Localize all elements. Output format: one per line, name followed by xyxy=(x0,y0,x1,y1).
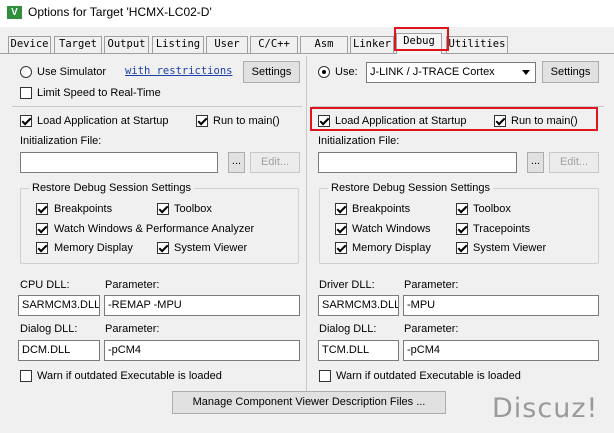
keil-uvision-icon: V xyxy=(7,6,22,19)
left-dialog-param-label: Parameter: xyxy=(105,323,160,335)
tab-target[interactable]: Target xyxy=(54,36,102,53)
right-init-file-input[interactable] xyxy=(318,152,517,173)
left-run-to-main-label: Run to main() xyxy=(213,115,280,127)
left-breakpoints-label: Breakpoints xyxy=(54,203,113,215)
debug-driver-select-value: J-LINK / J-TRACE Cortex xyxy=(370,66,495,78)
left-warn-label: Warn if outdated Executable is loaded xyxy=(37,370,222,382)
right-dialog-param-label: Parameter: xyxy=(404,323,459,335)
left-cpu-dll-label: CPU DLL: xyxy=(20,279,70,291)
right-load-app-checkbox[interactable] xyxy=(318,115,330,127)
debug-driver-select[interactable]: J-LINK / J-TRACE Cortex xyxy=(366,62,536,83)
driver-settings-button[interactable]: Settings xyxy=(542,61,599,83)
right-run-to-main-checkbox[interactable] xyxy=(494,115,506,127)
use-simulator-label: Use Simulator xyxy=(37,66,107,78)
restrictions-link[interactable]: with restrictions xyxy=(125,65,232,77)
use-simulator-radio[interactable] xyxy=(20,66,32,78)
left-cpu-dll-input[interactable]: SARMCM3.DLL xyxy=(18,295,100,316)
right-run-to-main-label: Run to main() xyxy=(511,115,578,127)
right-warn-checkbox[interactable] xyxy=(319,370,331,382)
right-driver-dll-input[interactable]: SARMCM3.DLL xyxy=(318,295,399,316)
right-dialog-param-input[interactable]: -pCM4 xyxy=(403,340,599,361)
tab-user[interactable]: User xyxy=(206,36,248,53)
tab-debug[interactable]: Debug xyxy=(396,33,442,54)
right-load-app-label: Load Application at Startup xyxy=(335,115,467,127)
right-tracepoints-checkbox[interactable] xyxy=(456,223,468,235)
right-toolbox-checkbox[interactable] xyxy=(456,203,468,215)
right-edit-button[interactable]: Edit... xyxy=(549,152,599,173)
right-watch-windows-checkbox[interactable] xyxy=(335,223,347,235)
left-toolbox-checkbox[interactable] xyxy=(157,203,169,215)
tab-device[interactable]: Device xyxy=(8,36,51,53)
left-load-app-checkbox[interactable] xyxy=(20,115,32,127)
right-browse-button[interactable]: ... xyxy=(527,152,544,173)
right-memory-display-checkbox[interactable] xyxy=(335,242,347,254)
right-driver-param-input[interactable]: -MPU xyxy=(403,295,599,316)
right-driver-dll-label: Driver DLL: xyxy=(319,279,375,291)
right-tracepoints-label: Tracepoints xyxy=(473,223,531,235)
left-warn-checkbox[interactable] xyxy=(20,370,32,382)
left-init-file-label: Initialization File: xyxy=(20,135,102,147)
left-dialog-dll-input[interactable]: DCM.DLL xyxy=(18,340,100,361)
left-init-file-input[interactable] xyxy=(20,152,218,173)
left-watch-windows-checkbox[interactable] xyxy=(36,223,48,235)
right-dialog-dll-input[interactable]: TCM.DLL xyxy=(318,340,399,361)
limit-speed-label: Limit Speed to Real-Time xyxy=(37,87,161,99)
tab-cpp[interactable]: C/C++ xyxy=(250,36,298,53)
use-driver-label: Use: xyxy=(335,66,358,78)
right-driver-param-label: Parameter: xyxy=(404,279,459,291)
left-watch-windows-label: Watch Windows & Performance Analyzer xyxy=(54,223,255,235)
left-restore-group-title: Restore Debug Session Settings xyxy=(29,181,194,195)
tab-utilities[interactable]: Utilities xyxy=(446,36,508,53)
left-dialog-param-input[interactable]: -pCM4 xyxy=(104,340,300,361)
left-cpu-param-label: Parameter: xyxy=(105,279,160,291)
right-init-file-label: Initialization File: xyxy=(318,135,400,147)
left-cpu-param-input[interactable]: -REMAP -MPU xyxy=(104,295,300,316)
window-title: Options for Target 'HCMX-LC02-D' xyxy=(28,5,212,19)
right-breakpoints-label: Breakpoints xyxy=(352,203,411,215)
right-system-viewer-checkbox[interactable] xyxy=(456,242,468,254)
right-warn-label: Warn if outdated Executable is loaded xyxy=(336,370,521,382)
right-watch-windows-label: Watch Windows xyxy=(352,223,431,235)
right-separator xyxy=(312,106,604,107)
right-memory-display-label: Memory Display xyxy=(352,242,431,254)
left-separator xyxy=(12,106,302,107)
left-dialog-dll-label: Dialog DLL: xyxy=(20,323,78,335)
tab-baseline xyxy=(0,53,614,54)
tab-linker[interactable]: Linker xyxy=(350,36,394,53)
left-run-to-main-checkbox[interactable] xyxy=(196,115,208,127)
limit-speed-checkbox[interactable] xyxy=(20,87,32,99)
left-system-viewer-label: System Viewer xyxy=(174,242,248,254)
right-restore-group-title: Restore Debug Session Settings xyxy=(328,181,493,195)
left-memory-display-label: Memory Display xyxy=(54,242,133,254)
column-divider xyxy=(306,56,307,391)
left-browse-button[interactable]: ... xyxy=(228,152,245,173)
title-bar: V Options for Target 'HCMX-LC02-D' xyxy=(0,0,614,27)
right-toolbox-label: Toolbox xyxy=(473,203,511,215)
tab-output[interactable]: Output xyxy=(104,36,149,53)
left-toolbox-label: Toolbox xyxy=(174,203,212,215)
right-system-viewer-label: System Viewer xyxy=(473,242,547,254)
tab-asm[interactable]: Asm xyxy=(300,36,348,53)
left-memory-display-checkbox[interactable] xyxy=(36,242,48,254)
left-load-app-label: Load Application at Startup xyxy=(37,115,169,127)
watermark-text: Discuz! xyxy=(492,393,599,424)
use-driver-radio[interactable] xyxy=(318,66,330,78)
simulator-settings-button[interactable]: Settings xyxy=(243,61,300,83)
tab-listing[interactable]: Listing xyxy=(152,36,204,53)
left-edit-button[interactable]: Edit... xyxy=(250,152,300,173)
manage-component-viewer-button[interactable]: Manage Component Viewer Description File… xyxy=(172,391,446,414)
chevron-down-icon xyxy=(522,70,530,75)
left-breakpoints-checkbox[interactable] xyxy=(36,203,48,215)
right-breakpoints-checkbox[interactable] xyxy=(335,203,347,215)
left-system-viewer-checkbox[interactable] xyxy=(157,242,169,254)
right-dialog-dll-label: Dialog DLL: xyxy=(319,323,377,335)
